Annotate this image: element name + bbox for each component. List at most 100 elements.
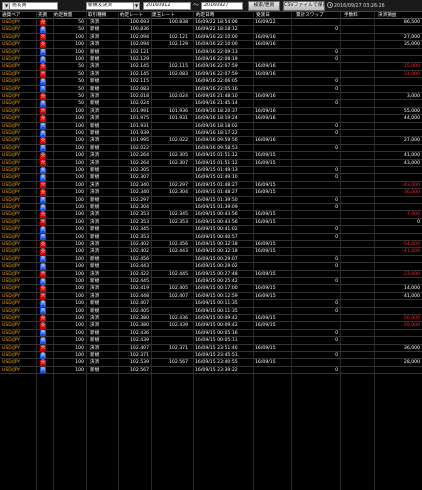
table-row[interactable]: USD/JPY 売 50 決済 100.693 100.838 16/09/22 18:54… xyxy=(0,19,422,27)
date-from-input[interactable]: 20160912 xyxy=(143,2,191,10)
table-row[interactable]: USD/JPY 売 100 決済 102.539 102.567 16/09/15 23:4… xyxy=(0,359,422,367)
table-row[interactable]: USD/JPY 買 100 新規 102.307 16/09/15 01:49:10 0 xyxy=(0,174,422,182)
table-row[interactable]: USD/JPY 売 100 決済 102.264 102.307 16/09/15 01:5… xyxy=(0,160,422,167)
cell-pnl xyxy=(374,352,420,359)
table-row[interactable]: USD/JPY 買 50 新規 102.115 16/09/16 22:06:05 0 xyxy=(0,78,422,86)
cell-swap: 0 xyxy=(335,57,338,62)
cell-exec-rate: 102.094 xyxy=(130,42,149,48)
table-row[interactable]: USD/JPY 売 100 決済 102.353 102.345 16/09/15 00:4… xyxy=(0,211,422,219)
table-row[interactable]: USD/JPY 買 100 新規 102.567 16/09/15 23:39:22 0 xyxy=(0,367,422,375)
header-exec-rate[interactable]: 約定レート xyxy=(120,12,150,19)
date-to-input[interactable]: 20160927 xyxy=(201,2,243,10)
cell-position-rate: 102.083 xyxy=(169,71,188,77)
header-quantity[interactable]: 約定数量 xyxy=(54,12,86,19)
table-row[interactable]: USD/JPY 買 100 新規 102.345 16/09/15 00:41:02 0 xyxy=(0,226,422,234)
cell-quantity: 100 xyxy=(75,286,84,292)
cell-fee xyxy=(340,241,372,248)
table-row[interactable]: USD/JPY 売 100 決済 102.340 102.304 16/09/15 01:4… xyxy=(0,189,422,197)
table-row[interactable]: USD/JPY 売 50 決済 102.145 102.115 16/09/16 22:07… xyxy=(0,63,422,71)
table-row[interactable]: USD/JPY 売 100 決済 102.402 102.456 16/09/15 00:3… xyxy=(0,241,422,249)
cell-swap: 0 xyxy=(335,168,338,173)
table-row[interactable]: USD/JPY 売 100 決済 102.422 102.445 16/09/15 00:2… xyxy=(0,271,422,278)
table-row[interactable]: USD/JPY 買 100 新規 102.129 16/09/16 22:08:19 0 xyxy=(0,56,422,64)
table-row[interactable]: USD/JPY 買 50 新規 102.024 16/09/16 21:45:14 0 xyxy=(0,100,422,108)
cell-exec-datetime: 16/09/16 18:20:37 xyxy=(195,108,238,114)
table-row[interactable]: USD/JPY 売 100 決済 101.995 102.022 16/09/16 09:5… xyxy=(0,137,422,145)
table-row[interactable]: USD/JPY 売 100 決済 102.448 102.407 16/09/15 00:1… xyxy=(0,293,422,301)
table-row[interactable]: USD/JPY 買 100 新規 102.407 16/09/15 00:11:35 0 xyxy=(0,300,422,308)
table-row[interactable]: USD/JPY 買 100 新規 102.456 16/09/15 00:29:07 0 xyxy=(0,256,422,264)
table-row[interactable]: USD/JPY 買 50 新規 102.083 16/09/16 22:05:16 0 xyxy=(0,86,422,93)
table-row[interactable]: USD/JPY 買 100 新規 102.436 16/09/15 00:05:16 0 xyxy=(0,330,422,338)
cell-pnl xyxy=(374,337,420,344)
cell-exec-rate: 102.018 xyxy=(130,94,149,99)
cell-quantity: 100 xyxy=(75,123,84,129)
header-trade-type[interactable]: 取引種類 xyxy=(88,12,118,19)
table-row[interactable]: USD/JPY 売 100 決済 102.419 102.405 16/09/15 00:1… xyxy=(0,285,422,293)
table-row[interactable]: USD/JPY 売 100 決済 102.264 102.305 16/09/15 01:5… xyxy=(0,152,422,160)
cell-exec-datetime: 16/09/15 00:05:16 xyxy=(195,330,238,336)
header-pair[interactable]: 通貨ペア xyxy=(2,12,36,19)
cell-position-rate: 101.931 xyxy=(169,116,188,122)
cell-position-rate: 102.022 xyxy=(169,138,188,144)
header-exec-datetime[interactable]: 約定日時 xyxy=(196,12,236,19)
cell-exec-rate: 102.436 xyxy=(130,330,149,336)
csv-save-button[interactable]: CSVファイルで保存 xyxy=(283,1,327,11)
table-row[interactable]: USD/JPY 買 100 新規 102.405 16/09/15 00:11:35 0 xyxy=(0,308,422,315)
header-pnl[interactable]: 決済損益 xyxy=(378,12,418,19)
table-row[interactable]: USD/JPY 買 100 新規 102.353 16/09/15 00:40:57 0 xyxy=(0,234,422,241)
table-row[interactable]: USD/JPY 買 100 新規 102.305 16/09/15 01:49:13 0 xyxy=(0,167,422,175)
table-row[interactable]: USD/JPY 買 100 新規 102.022 16/09/16 09:58:53 0 xyxy=(0,145,422,153)
cell-trade-type: 新規 xyxy=(90,197,100,203)
table-row[interactable]: USD/JPY 売 100 決済 102.380 102.439 16/09/15 00:0… xyxy=(0,322,422,330)
table-row[interactable]: USD/JPY 売 50 決済 102.145 102.083 16/09/16 22:07… xyxy=(0,71,422,79)
cell-pnl: 27,000 xyxy=(403,34,420,40)
buy-badge: 買 xyxy=(40,100,46,107)
table-row[interactable]: USD/JPY 買 100 新規 102.439 16/09/15 00:05:11 0 xyxy=(0,337,422,345)
cell-position-rate xyxy=(151,56,188,63)
cell-exec-rate: 102.145 xyxy=(130,64,149,70)
header-side[interactable]: 売買 xyxy=(38,12,52,19)
table-row[interactable]: USD/JPY 売 50 決済 102.018 102.024 16/09/16 21:48… xyxy=(0,93,422,101)
cell-quantity: 100 xyxy=(75,190,84,196)
table-row[interactable]: USD/JPY 売 100 決済 102.407 102.371 16/09/15 23:5… xyxy=(0,345,422,352)
header-swap[interactable]: 累計スワップ xyxy=(296,12,334,19)
table-row[interactable]: USD/JPY 買 100 新規 102.445 16/09/15 00:25:42 0 xyxy=(0,278,422,286)
table-row[interactable]: USD/JPY 買 50 新規 100.836 16/09/22 18:18:12 0 xyxy=(0,26,422,34)
cell-quantity: 100 xyxy=(75,197,84,203)
table-row[interactable]: USD/JPY 買 100 新規 102.371 16/09/15 23:45:51 0 xyxy=(0,352,422,360)
header-position-rate[interactable]: 建玉レート xyxy=(152,12,188,19)
cell-position-rate xyxy=(151,278,188,285)
table-row[interactable]: USD/JPY 売 100 決済 102.353 102.353 16/09/15 00:4… xyxy=(0,219,422,227)
header-fee[interactable]: 手数料 xyxy=(344,12,370,19)
table-row[interactable]: USD/JPY 売 100 決済 102.380 102.436 16/09/15 00:0… xyxy=(0,315,422,323)
table-row[interactable]: USD/JPY 買 100 新規 101.931 16/09/16 18:18:02 0 xyxy=(0,123,422,130)
cell-trade-type: 決済 xyxy=(90,71,100,77)
table-row[interactable]: USD/JPY 買 100 新規 102.121 16/09/16 22:09:13 0 xyxy=(0,49,422,56)
table-row[interactable]: USD/JPY 売 100 決済 102.402 102.443 16/09/15 00:3… xyxy=(0,248,422,256)
table-row[interactable]: USD/JPY 買 100 新規 101.939 16/09/16 18:17:22 0 xyxy=(0,130,422,138)
search-refresh-button[interactable]: 検索/更新 xyxy=(248,1,280,11)
header-settlement-date[interactable]: 受渡日 xyxy=(256,12,286,19)
cell-settlement-date xyxy=(255,263,289,270)
side-filter-select[interactable]: ▼ 売＆買 xyxy=(2,2,58,10)
cell-position-rate xyxy=(151,337,188,344)
table-row[interactable]: USD/JPY 売 100 決済 102.340 102.297 16/09/15 01:4… xyxy=(0,182,422,190)
table-row[interactable]: USD/JPY 買 100 新規 102.304 16/09/15 01:39:09 0 xyxy=(0,204,422,212)
table-row[interactable]: USD/JPY 売 100 決済 102.094 102.129 16/09/16 22:1… xyxy=(0,41,422,49)
table-row[interactable]: USD/JPY 売 100 決済 101.975 101.931 16/09/16 18:1… xyxy=(0,115,422,123)
type-filter-select[interactable]: 新規＆決済 ▼ xyxy=(86,2,140,10)
cell-trade-type: 新規 xyxy=(90,145,100,151)
cell-settlement-date: 16/09/16 xyxy=(255,138,276,144)
cell-trade-type: 決済 xyxy=(90,345,100,351)
table-row[interactable]: USD/JPY 買 100 新規 102.297 16/09/15 01:39:50 0 xyxy=(0,197,422,204)
cell-exec-datetime: 16/09/15 23:51:40 xyxy=(195,345,238,351)
cell-pnl: -54,000 xyxy=(402,242,420,247)
table-row[interactable]: USD/JPY 売 100 決済 102.094 102.121 16/09/16 22:1… xyxy=(0,34,422,42)
cell-settlement-date xyxy=(255,100,289,107)
sell-badge: 売 xyxy=(40,219,46,226)
cell-position-rate: 102.443 xyxy=(169,249,188,255)
table-row[interactable]: USD/JPY 売 100 決済 101.991 101.936 16/09/16 18:2… xyxy=(0,108,422,116)
table-row[interactable]: USD/JPY 買 100 新規 102.443 16/09/15 00:29:02 0 xyxy=(0,263,422,271)
cell-fee xyxy=(340,330,372,337)
